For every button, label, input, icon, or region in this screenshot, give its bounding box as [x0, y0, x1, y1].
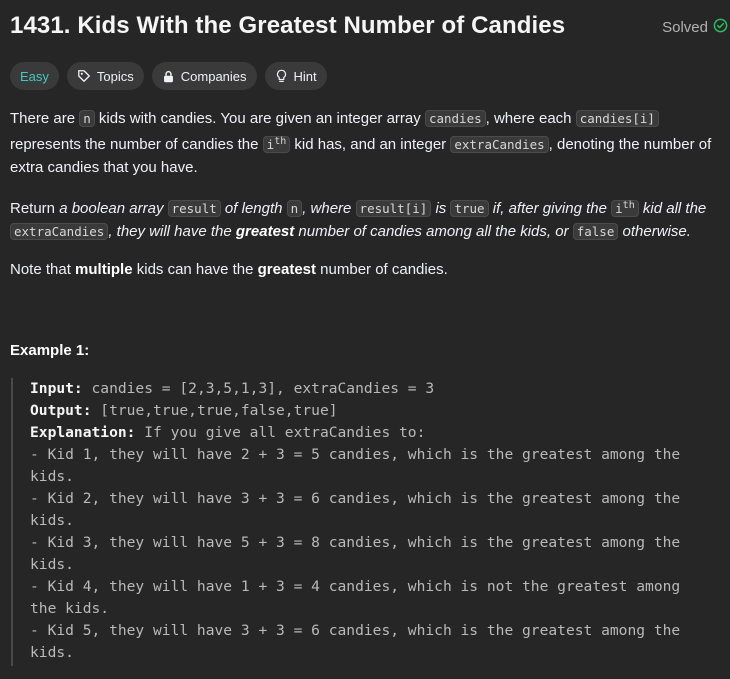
explanation-line: - Kid 3, they will have 5 + 3 = 8 candie… [30, 534, 681, 551]
solved-label: Solved [662, 19, 708, 36]
companies-label: Companies [180, 68, 247, 84]
explanation-line: - Kid 4, they will have 1 + 3 = 4 candie… [30, 578, 681, 595]
example-input-line: Input: candies = [2,3,5,1,3], extraCandi… [30, 380, 435, 397]
difficulty-tag[interactable]: Easy [10, 62, 59, 90]
lock-icon [162, 70, 175, 83]
solved-status: Solved [662, 18, 728, 37]
inline-code: false [572, 223, 619, 241]
example-title: Example 1: [10, 342, 90, 359]
description-paragraph-1: There are n kids with candies. You are g… [10, 110, 712, 177]
tag-icon [77, 69, 91, 83]
inline-code: result[i] [355, 200, 432, 218]
inline-code: candies[i] [575, 110, 659, 127]
description-paragraph-3: Note that multiple kids can have the gre… [10, 261, 448, 278]
problem-title: 1431. Kids With the Greatest Number of C… [10, 12, 566, 39]
hint-label: Hint [293, 68, 317, 84]
inline-code: extraCandies [10, 223, 109, 241]
inline-code: n [79, 110, 95, 127]
inline-code: ith [262, 136, 291, 154]
check-circle-icon [713, 18, 728, 37]
explanation-line: the kids. [30, 600, 110, 617]
example-explanation-line: Explanation: If you give all extraCandie… [30, 424, 426, 441]
explanation-line: kids. [30, 512, 74, 529]
explanation-line: kids. [30, 468, 74, 485]
topics-button[interactable]: Topics [66, 62, 144, 90]
inline-code: n [286, 200, 303, 218]
explanation-line: kids. [30, 556, 74, 573]
explanation-line: - Kid 2, they will have 3 + 3 = 6 candie… [30, 490, 681, 507]
explanation-line: kids. [30, 644, 74, 661]
description-paragraph-2: Return a boolean array result of length … [10, 200, 707, 241]
explanation-line: - Kid 1, they will have 2 + 3 = 5 candie… [30, 446, 681, 463]
hint-button[interactable]: Hint [264, 62, 327, 90]
explanation-line: - Kid 5, they will have 3 + 3 = 6 candie… [30, 622, 681, 639]
tag-row: Easy Topics Companies Hint [10, 62, 327, 90]
topics-label: Topics [96, 68, 134, 84]
example-block: Input: candies = [2,3,5,1,3], extraCandi… [11, 378, 717, 666]
inline-code: extraCandies [450, 136, 549, 154]
inline-code: candies [424, 110, 486, 127]
inline-code: true [450, 200, 489, 218]
lightbulb-icon [275, 69, 288, 83]
companies-button[interactable]: Companies [151, 62, 257, 90]
example-output-line: Output: [true,true,true,false,true] [30, 402, 338, 419]
inline-code: ith [611, 200, 639, 218]
inline-code: result [167, 200, 221, 218]
